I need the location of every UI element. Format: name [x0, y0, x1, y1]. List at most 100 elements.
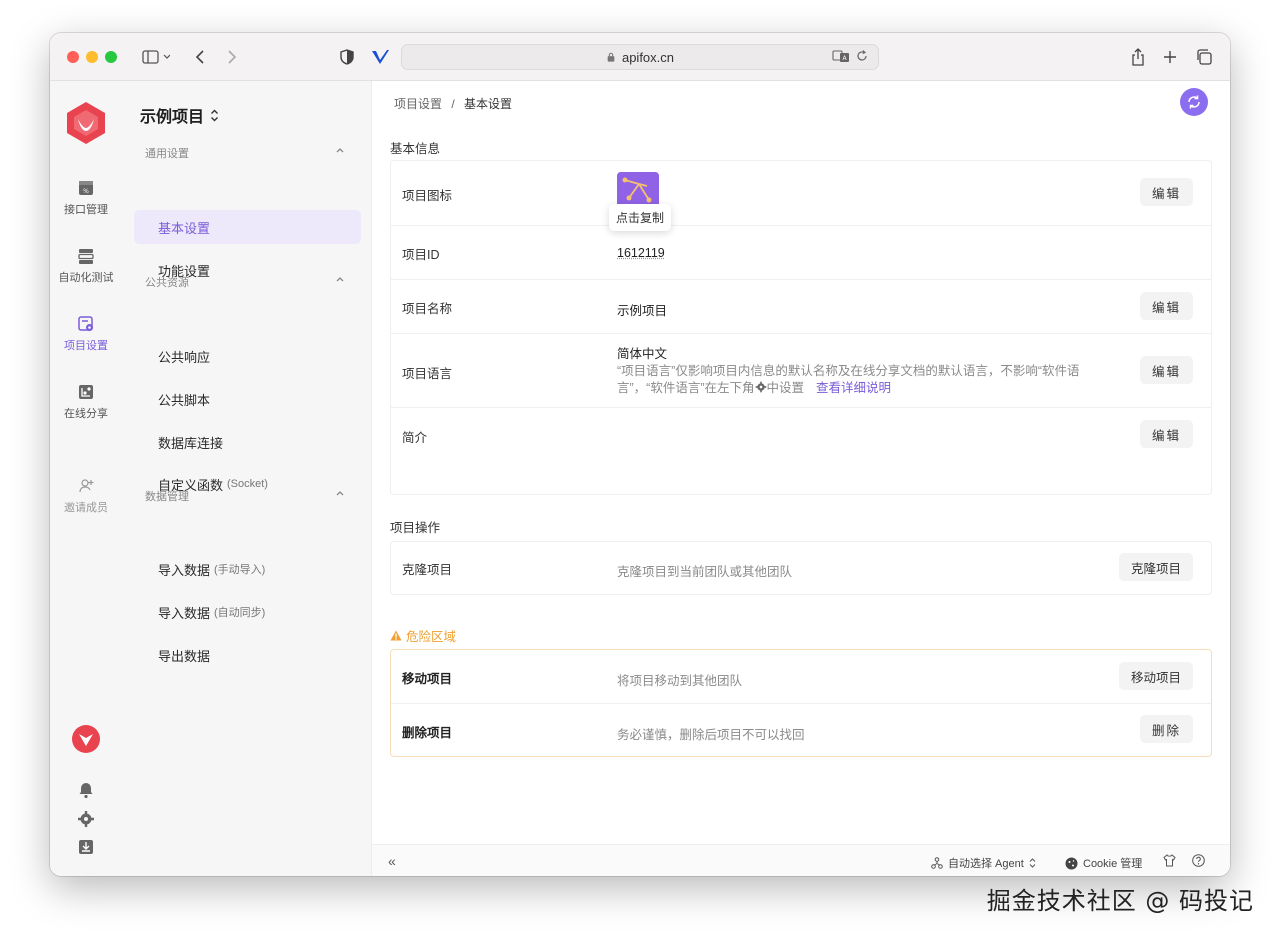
- nav-item-import-auto[interactable]: 导入数据 (自动同步): [134, 595, 361, 629]
- row-project-id: 项目ID 1612119: [391, 226, 1211, 280]
- row-project-language: 项目语言 简体中文 “项目语言”仅影响项目内信息的默认名称及在线分享文档的默认语…: [391, 334, 1211, 408]
- row-project-icon: 项目图标 点击复制 编辑: [391, 161, 1211, 231]
- language-description-end: 中设置: [766, 381, 805, 395]
- clone-project-button[interactable]: 克隆项目: [1118, 553, 1193, 581]
- project-icon-image[interactable]: [617, 172, 659, 208]
- automation-test-icon: [78, 249, 94, 264]
- url-text: apifox.cn: [621, 49, 675, 65]
- language-value: 简体中文: [617, 347, 668, 361]
- rail-item-label: 自动化测试: [58, 272, 114, 284]
- delete-project-button[interactable]: 删除: [1139, 715, 1193, 743]
- nav-item-database[interactable]: 数据库连接: [134, 425, 361, 459]
- forward-icon[interactable]: [222, 45, 242, 69]
- rail-item-label: 邀请成员: [64, 502, 108, 514]
- help-icon[interactable]: [1192, 854, 1205, 867]
- chevron-up-icon: [336, 148, 344, 153]
- row-delete: 删除项目 务必谨慎，删除后项目不可以找回 删除: [391, 704, 1211, 756]
- sidebar-toggle-icon[interactable]: [136, 45, 176, 69]
- rail-item-share[interactable]: 在线分享: [50, 383, 122, 421]
- extension-icon[interactable]: [370, 45, 390, 69]
- collapse-sidebar-button[interactable]: «: [388, 853, 396, 869]
- language-detail-link[interactable]: 查看详细说明: [816, 381, 891, 395]
- breadcrumb-current: 基本设置: [464, 97, 513, 111]
- project-ops-card: 克隆项目 克隆项目到当前团队或其他团队 克隆项目: [390, 541, 1212, 595]
- group-data-management[interactable]: 数据管理: [145, 488, 345, 504]
- network-icon: [931, 857, 943, 869]
- chevron-updown-icon: [211, 109, 219, 121]
- shield-icon[interactable]: [337, 45, 357, 69]
- status-footer: « 自动选择 Agent Cookie 管理: [372, 844, 1230, 876]
- minimize-window-button[interactable]: [86, 51, 98, 63]
- project-id-value[interactable]: 1612119: [617, 246, 665, 260]
- edit-intro-button[interactable]: 编辑: [1139, 420, 1193, 448]
- section-title-ops: 项目操作: [390, 521, 441, 535]
- nav-item-public-response[interactable]: 公共响应: [134, 339, 361, 373]
- lock-icon: [607, 52, 615, 62]
- chevron-up-icon: [336, 491, 344, 496]
- group-public-resources[interactable]: 公共资源: [145, 274, 345, 290]
- warning-icon: [390, 630, 402, 641]
- shirt-icon[interactable]: [1163, 854, 1176, 867]
- chevron-updown-icon: [1029, 858, 1036, 868]
- svg-text:%: %: [83, 188, 89, 195]
- user-avatar[interactable]: [71, 724, 101, 754]
- reload-icon[interactable]: [856, 49, 868, 63]
- row-move: 移动项目 将项目移动到其他团队 移动项目: [391, 650, 1211, 704]
- main-content: 项目设置 / 基本设置 基本信息 项目图标 点击复制 编辑 项目ID 16121…: [372, 81, 1230, 876]
- watermark-text: 掘金技术社区 @ 码投记: [986, 887, 1254, 915]
- new-tab-icon[interactable]: [1160, 45, 1180, 69]
- cookie-manager[interactable]: Cookie 管理: [1065, 855, 1142, 871]
- agent-selector[interactable]: 自动选择 Agent: [931, 855, 1036, 871]
- close-window-button[interactable]: [67, 51, 79, 63]
- rail-item-label: 在线分享: [64, 408, 108, 420]
- download-icon[interactable]: [77, 838, 95, 856]
- nav-item-export[interactable]: 导出数据: [134, 638, 361, 672]
- translate-icon[interactable]: A: [832, 49, 850, 63]
- gear-icon[interactable]: [77, 810, 95, 828]
- row-project-name: 项目名称 示例项目 编辑: [391, 280, 1211, 334]
- edit-icon-button[interactable]: 编辑: [1139, 178, 1193, 206]
- tabs-overview-icon[interactable]: [1194, 45, 1214, 69]
- danger-zone-title: 危险区域: [390, 626, 456, 645]
- basic-info-card: 项目图标 点击复制 编辑 项目ID 1612119 项目名称 示例项目 编辑 项…: [390, 160, 1212, 495]
- rail-item-settings[interactable]: 项目设置: [50, 315, 122, 353]
- breadcrumb-separator: /: [451, 97, 455, 111]
- danger-zone-card: 移动项目 将项目移动到其他团队 移动项目 删除项目 务必谨慎，删除后项目不可以找…: [390, 649, 1212, 757]
- browser-window: apifox.cn A % 接口管理 自动化测试 项目设置 在线分享 邀请成员 …: [50, 33, 1230, 876]
- cookie-icon: [1065, 857, 1078, 869]
- rail-item-api[interactable]: % 接口管理: [50, 179, 122, 217]
- notification-bell-icon[interactable]: [77, 781, 95, 799]
- app-rail: % 接口管理 自动化测试 项目设置 在线分享 邀请成员: [50, 81, 122, 876]
- move-project-button[interactable]: 移动项目: [1118, 662, 1193, 690]
- nav-item-basic-settings[interactable]: 基本设置: [134, 210, 361, 244]
- breadcrumb: 项目设置 / 基本设置: [394, 95, 512, 112]
- address-bar[interactable]: apifox.cn A: [401, 44, 879, 70]
- invite-member-icon: [79, 479, 94, 493]
- section-title-basic: 基本信息: [390, 142, 441, 156]
- settings-subnav: 示例项目 通用设置 基本设置 功能设置 公共资源 公共响应 公共脚本 数据库连接…: [122, 81, 372, 876]
- nav-item-public-script[interactable]: 公共脚本: [134, 382, 361, 416]
- project-switcher[interactable]: 示例项目: [140, 103, 219, 127]
- row-clone: 克隆项目 克隆项目到当前团队或其他团队 克隆项目: [391, 542, 1211, 594]
- nav-item-import-manual[interactable]: 导入数据 (手动导入): [134, 552, 361, 586]
- edit-language-button[interactable]: 编辑: [1139, 356, 1193, 384]
- browser-titlebar: apifox.cn A: [50, 33, 1230, 81]
- project-settings-icon: [78, 316, 93, 331]
- rail-item-autotest[interactable]: 自动化测试: [50, 247, 122, 285]
- back-icon[interactable]: [190, 45, 210, 69]
- online-share-icon: [79, 385, 93, 399]
- group-general[interactable]: 通用设置: [145, 145, 345, 161]
- zoom-window-button[interactable]: [105, 51, 117, 63]
- apifox-logo[interactable]: [65, 101, 107, 145]
- share-icon[interactable]: [1128, 45, 1148, 69]
- edit-name-button[interactable]: 编辑: [1139, 292, 1193, 320]
- project-name-value: 示例项目: [617, 304, 668, 318]
- sync-button[interactable]: [1180, 88, 1208, 116]
- group-title-text: 通用设置: [145, 148, 189, 160]
- rail-item-invite[interactable]: 邀请成员: [50, 477, 122, 515]
- breadcrumb-parent[interactable]: 项目设置: [394, 97, 442, 111]
- api-management-icon: %: [79, 181, 93, 195]
- language-info: 简体中文 “项目语言”仅影响项目内信息的默认名称及在线分享文档的默认语言，不影响…: [617, 346, 1107, 397]
- group-title-text: 数据管理: [145, 491, 189, 503]
- row-project-intro: 简介 编辑: [391, 408, 1211, 463]
